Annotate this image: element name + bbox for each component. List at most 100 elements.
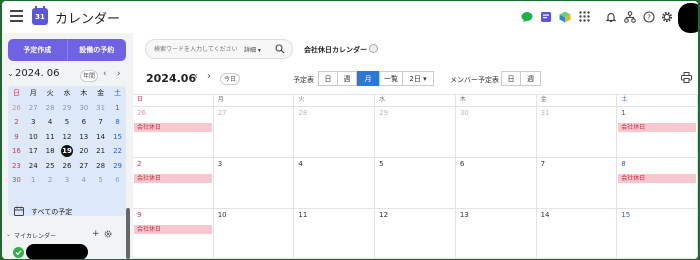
mini-day[interactable]: 7 (92, 115, 109, 130)
mini-day[interactable]: 9 (8, 130, 25, 145)
mini-day[interactable]: 11 (42, 130, 59, 145)
mini-day[interactable]: 3 (59, 173, 76, 188)
add-calendar-icon[interactable]: + (92, 229, 100, 239)
mini-prev-icon[interactable]: ‹ (103, 69, 107, 79)
mini-day[interactable]: 29 (59, 101, 76, 116)
mini-day[interactable]: 27 (25, 101, 42, 116)
mini-day[interactable]: 13 (75, 130, 92, 145)
mini-day[interactable]: 26 (8, 101, 25, 116)
day-cell[interactable]: 27 (213, 107, 295, 158)
day-cell[interactable]: 14 (536, 209, 618, 259)
mini-day[interactable]: 10 (25, 130, 42, 145)
member-day-button[interactable]: 日 (501, 71, 521, 86)
holiday-event[interactable]: 会社休日 (134, 123, 212, 132)
day-cell[interactable]: 15 (617, 209, 698, 259)
mini-day[interactable]: 27 (75, 159, 92, 174)
day-cell[interactable]: 30 (455, 107, 537, 158)
mini-day[interactable]: 4 (42, 115, 59, 130)
menu-icon[interactable] (10, 10, 23, 22)
mini-day[interactable]: 1 (25, 173, 42, 188)
mini-day[interactable]: 8 (109, 115, 126, 130)
mini-day[interactable]: 22 (109, 144, 126, 159)
view-week-button[interactable]: 週 (337, 71, 357, 86)
day-cell[interactable]: 1 会社休日 (617, 107, 698, 158)
mini-day[interactable]: 29 (109, 159, 126, 174)
mini-day[interactable]: 28 (42, 101, 59, 116)
next-month-icon[interactable]: › (207, 71, 211, 82)
org-icon[interactable] (623, 10, 636, 23)
reserve-facility-button[interactable]: 設備の予約 (68, 39, 127, 61)
calendar-settings-icon[interactable] (104, 230, 112, 240)
mini-day[interactable]: 2 (8, 115, 25, 130)
mini-day[interactable]: 6 (75, 115, 92, 130)
mini-day[interactable]: 4 (75, 173, 92, 188)
mini-day[interactable]: 19 (59, 144, 76, 159)
bell-icon[interactable] (604, 10, 617, 23)
calendar-info-icon[interactable] (369, 44, 378, 53)
search-icon[interactable] (275, 44, 285, 56)
mini-day[interactable]: 26 (59, 159, 76, 174)
day-cell[interactable]: 4 (294, 158, 376, 209)
mini-day[interactable]: 23 (8, 159, 25, 174)
day-cell[interactable]: 26 会社休日 (133, 107, 214, 158)
day-cell[interactable]: 11 (294, 209, 376, 259)
view-2day-dropdown[interactable]: 2日 ▾ (402, 71, 434, 86)
day-cell[interactable]: 10 (213, 209, 295, 259)
day-cell[interactable]: 12 (375, 209, 456, 259)
print-icon[interactable] (681, 72, 692, 85)
mini-day[interactable]: 31 (92, 101, 109, 116)
note-icon[interactable] (539, 10, 552, 23)
mini-day[interactable]: 5 (92, 173, 109, 188)
mini-day[interactable]: 30 (75, 101, 92, 116)
mini-day[interactable]: 18 (42, 144, 59, 159)
mini-day[interactable]: 5 (59, 115, 76, 130)
day-cell[interactable]: 2 会社休日 (133, 158, 214, 209)
holiday-event[interactable]: 会社休日 (618, 174, 696, 183)
mini-day[interactable]: 12 (59, 130, 76, 145)
holiday-event[interactable]: 会社休日 (618, 123, 696, 132)
day-cell[interactable]: 5 (375, 158, 456, 209)
collapse-icon[interactable]: ⌄ (6, 231, 11, 238)
mini-day[interactable]: 25 (42, 159, 59, 174)
view-list-button[interactable]: 一覧 (379, 71, 403, 86)
mini-next-icon[interactable]: › (117, 69, 121, 79)
mini-day[interactable]: 17 (25, 144, 42, 159)
day-cell[interactable]: 29 (375, 107, 456, 158)
mini-day[interactable]: 1 (109, 101, 126, 116)
create-event-button[interactable]: 予定作成 (8, 39, 68, 61)
cube-icon[interactable] (558, 10, 571, 23)
mini-day[interactable]: 28 (92, 159, 109, 174)
mini-day[interactable]: 24 (25, 159, 42, 174)
apps-grid-icon[interactable] (578, 10, 591, 23)
check-icon[interactable] (13, 247, 24, 258)
day-cell[interactable]: 31 (536, 107, 618, 158)
day-cell[interactable]: 7 (536, 158, 618, 209)
day-cell[interactable]: 6 (455, 158, 537, 209)
search-input[interactable] (154, 44, 244, 55)
day-cell[interactable]: 8 会社休日 (617, 158, 698, 209)
mini-day[interactable]: 3 (25, 115, 42, 130)
holiday-event[interactable]: 会社休日 (134, 225, 212, 234)
mini-day[interactable]: 2 (42, 173, 59, 188)
year-view-button[interactable]: 年間 (80, 70, 98, 82)
mini-day[interactable]: 15 (109, 130, 126, 145)
all-events-link[interactable]: すべての予定 (31, 207, 72, 217)
month-collapse-icon[interactable]: ⌄ (7, 69, 14, 78)
mini-day[interactable]: 6 (109, 173, 126, 188)
today-button[interactable]: 今日 (220, 73, 240, 85)
user-avatar[interactable] (678, 3, 698, 33)
sidebar-scrollbar[interactable] (126, 208, 130, 259)
day-cell[interactable]: 9 会社休日 (133, 209, 214, 259)
day-cell[interactable]: 13 (455, 209, 537, 259)
mini-day[interactable]: 16 (8, 144, 25, 159)
mini-day[interactable]: 14 (92, 130, 109, 145)
view-day-button[interactable]: 日 (318, 71, 338, 86)
settings-icon[interactable] (660, 10, 673, 23)
search-detail-dropdown[interactable]: 詳細 ▾ (244, 45, 261, 54)
mini-day[interactable]: 20 (75, 144, 92, 159)
chat-icon[interactable] (520, 10, 533, 23)
holiday-event[interactable]: 会社休日 (134, 174, 212, 183)
mini-day[interactable]: 30 (8, 173, 25, 188)
view-month-button[interactable]: 月 (357, 71, 379, 86)
help-icon[interactable]: ? (642, 10, 655, 23)
